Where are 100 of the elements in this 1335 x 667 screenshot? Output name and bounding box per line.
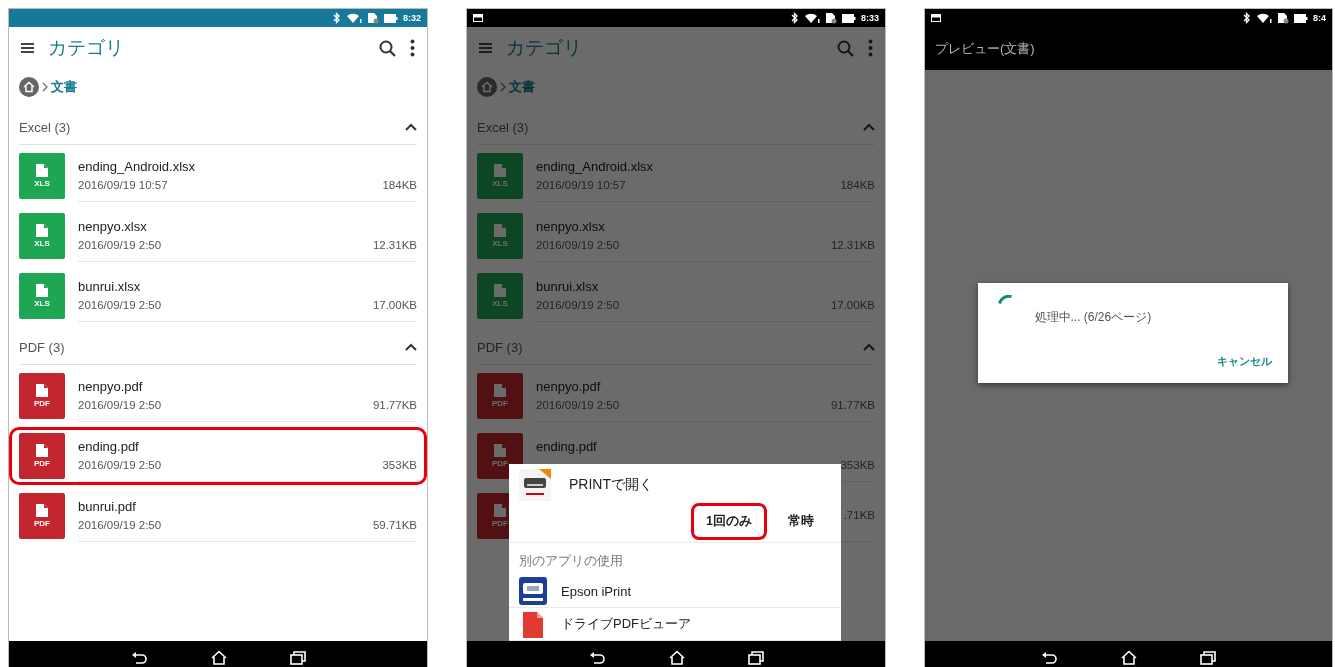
group-header: PDF (3) — [477, 340, 523, 355]
file-size: 184KB — [840, 179, 875, 192]
file-name[interactable]: nenpyo.xlsx — [78, 219, 417, 234]
action-button[interactable]: 常時 — [773, 503, 829, 540]
sim-card-icon — [825, 12, 837, 24]
file-name[interactable]: nenpyo.pdf — [78, 379, 417, 394]
document-icon — [36, 164, 48, 177]
file-date: 2016/09/19 2:50 — [536, 299, 620, 312]
document-icon — [36, 224, 48, 237]
battery-icon — [384, 12, 398, 24]
file-name[interactable]: bunrui.pdf — [78, 499, 417, 514]
file-type-label: XLS — [492, 179, 508, 188]
sheet-title: PRINTで開く — [569, 476, 653, 494]
highlighted-button[interactable]: 1回のみ — [691, 503, 767, 540]
cancel-button[interactable]: キャンセル — [1214, 351, 1274, 371]
group-header: Excel (3) — [477, 120, 529, 135]
file-name[interactable]: ending.pdf — [78, 439, 417, 454]
sim-card-icon — [367, 12, 379, 24]
app-list-item[interactable]: Epson iPrint — [509, 575, 841, 608]
highlighted-file-row[interactable]: PDF ending.pdf 2016/09/19 2:50 353KB — [9, 427, 427, 485]
document-icon — [494, 224, 506, 237]
group-header: Excel (3) — [19, 120, 71, 135]
document-icon — [494, 444, 506, 457]
more-options-icon[interactable] — [410, 39, 415, 57]
file-date: 2016/09/19 2:50 — [536, 239, 620, 252]
bluetooth-icon — [332, 12, 341, 24]
file-date: 2016/09/19 2:50 — [78, 299, 162, 312]
file-size: 353KB — [382, 459, 417, 472]
file-size: .71KB — [843, 509, 875, 522]
printer-app-icon — [519, 577, 547, 605]
file-date: 2016/09/19 2:50 — [78, 239, 162, 252]
status-time: 8:4 — [1313, 13, 1326, 23]
chevron-right-icon — [42, 82, 48, 92]
document-icon — [494, 504, 506, 517]
progress-message: 処理中... (6/26ページ) — [1034, 308, 1152, 326]
status-time: 8:32 — [403, 13, 421, 23]
menu-icon[interactable] — [21, 42, 34, 54]
home-icon[interactable] — [209, 650, 228, 665]
section-label: 別のアプリの使用 — [518, 552, 624, 570]
document-icon — [494, 384, 506, 397]
file-type-label: XLS — [492, 299, 508, 308]
file-type-label: XLS — [34, 299, 50, 308]
file-type-label: PDF — [34, 459, 50, 468]
chevron-right-icon — [500, 82, 506, 92]
bluetooth-icon — [1242, 12, 1251, 24]
collapse-chevron-icon[interactable] — [405, 343, 417, 352]
file-type-label: PDF — [34, 399, 50, 408]
file-name[interactable]: bunrui.xlsx — [536, 279, 875, 294]
battery-icon — [1294, 12, 1308, 24]
home-icon[interactable] — [1120, 650, 1138, 665]
file-date: 2016/09/19 2:50 — [78, 519, 162, 532]
sim-card-icon — [1277, 12, 1289, 24]
document-icon — [494, 164, 506, 177]
file-type-label: XLS — [34, 179, 50, 188]
file-name[interactable]: nenpyo.pdf — [536, 379, 875, 394]
breadcrumb-item[interactable]: 文書 — [51, 78, 77, 96]
file-size: 91.77KB — [830, 399, 875, 412]
file-size: 17.00KB — [830, 299, 875, 312]
wifi-icon — [346, 12, 362, 24]
recent-apps-icon[interactable] — [1200, 651, 1216, 665]
bluetooth-icon — [790, 12, 799, 24]
collapse-chevron-icon[interactable] — [405, 123, 417, 132]
battery-icon — [842, 12, 856, 24]
recent-apps-icon[interactable] — [289, 651, 306, 665]
back-icon[interactable] — [130, 651, 148, 665]
loading-spinner-icon — [997, 294, 1013, 305]
app-bar-title: カテゴリ — [506, 36, 583, 60]
file-date: 2016/09/19 2:50 — [78, 459, 162, 472]
file-name[interactable]: ending_Android.xlsx — [536, 159, 875, 174]
file-size: 12.31KB — [372, 239, 417, 252]
back-icon[interactable] — [1041, 651, 1058, 665]
file-type-label: XLS — [492, 239, 508, 248]
file-size: 17.00KB — [372, 299, 417, 312]
file-type-label: PDF — [492, 399, 508, 408]
home-icon[interactable] — [667, 650, 686, 665]
file-date: 2016/09/19 10:57 — [78, 179, 168, 192]
file-size: 353KB — [840, 459, 875, 472]
wifi-icon — [1256, 12, 1272, 24]
file-name[interactable]: bunrui.xlsx — [78, 279, 417, 294]
back-icon[interactable] — [588, 651, 606, 665]
file-name[interactable]: ending.pdf — [536, 439, 875, 454]
file-name[interactable]: nenpyo.xlsx — [536, 219, 875, 234]
screen-title: プレビュー(文書) — [935, 39, 1035, 58]
group-header: PDF (3) — [19, 340, 65, 355]
file-type-label: PDF — [34, 519, 50, 528]
document-icon — [36, 504, 48, 517]
document-icon — [494, 284, 506, 297]
notification-icon — [473, 14, 483, 22]
app-bar-title: カテゴリ — [48, 36, 125, 60]
file-name[interactable]: ending_Android.xlsx — [78, 159, 417, 174]
search-icon[interactable] — [379, 39, 396, 57]
file-date: 2016/09/19 10:57 — [536, 179, 626, 192]
printer-app-icon — [519, 469, 551, 501]
file-size: 91.77KB — [372, 399, 417, 412]
recent-apps-icon[interactable] — [747, 651, 764, 665]
document-icon — [36, 384, 48, 397]
wifi-icon — [804, 12, 820, 24]
file-date: 2016/09/19 2:50 — [536, 399, 620, 412]
notification-icon — [931, 14, 941, 22]
document-icon — [36, 444, 48, 457]
